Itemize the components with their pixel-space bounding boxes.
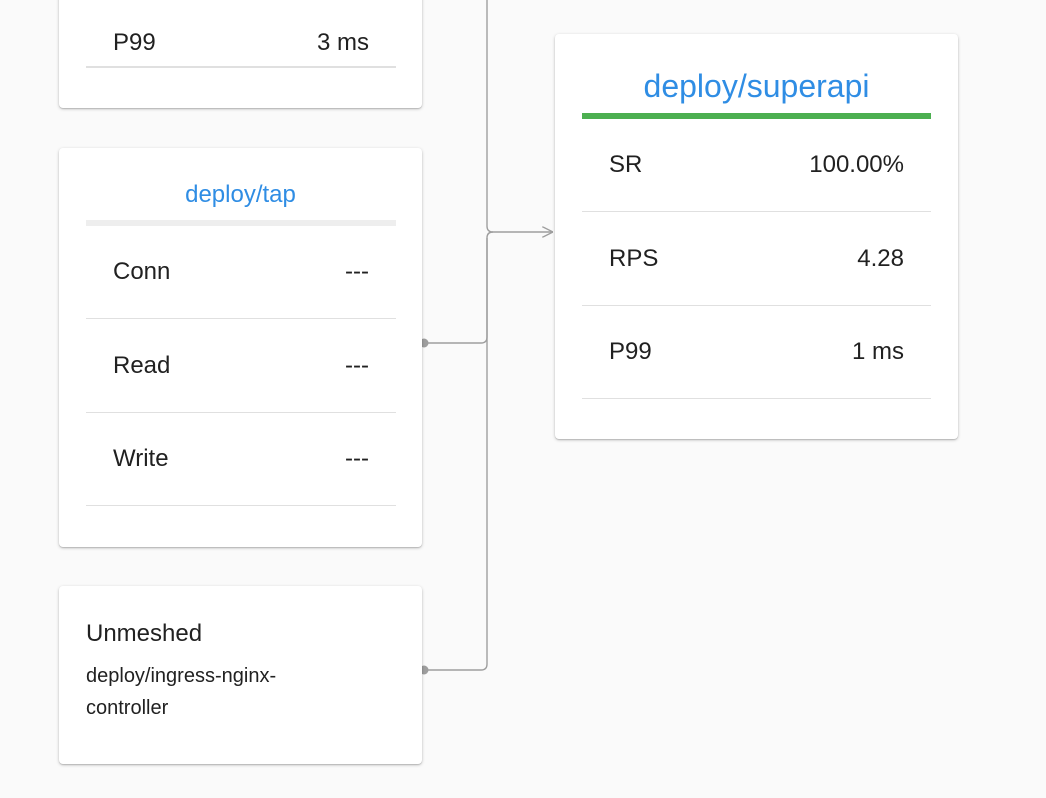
- metric-value: 4.28: [857, 244, 904, 272]
- top-deployment-card: P99 3 ms: [59, 0, 422, 108]
- superapi-deployment-card: deploy/superapi SR 100.00% RPS 4.28 P99 …: [555, 34, 958, 439]
- metric-value: 3 ms: [316, 29, 369, 56]
- metric-label: Read: [113, 351, 171, 379]
- metric-value: ---: [345, 351, 369, 379]
- metric-label: Write: [113, 445, 169, 472]
- edge-top-to-superapi: [486, 0, 553, 232]
- metric-value: ---: [345, 445, 369, 472]
- metric-row-p99: P99 3 ms: [86, 0, 396, 68]
- unmeshed-label: Unmeshed: [86, 620, 203, 647]
- metric-row-read: Read ---: [86, 319, 396, 413]
- edge-tap-to-superapi: [424, 231, 494, 344]
- metric-row-p99: P99 1 ms: [582, 306, 931, 399]
- unmeshed-card: Unmeshed deploy/ingress-nginx-controller: [59, 586, 422, 764]
- metric-label: SR: [609, 151, 643, 178]
- metric-value: ---: [345, 258, 369, 285]
- metric-row-conn: Conn ---: [86, 226, 396, 319]
- metric-value: 100.00%: [809, 151, 904, 178]
- metric-label: Conn: [113, 258, 171, 285]
- metric-label: P99: [113, 29, 156, 56]
- card-title-link[interactable]: deploy/tap: [59, 181, 422, 209]
- metric-value: 1 ms: [851, 338, 904, 365]
- unmeshed-deployment-name: deploy/ingress-nginx-controller: [86, 665, 277, 719]
- tap-deployment-card: deploy/tap Conn --- Read --- Write ---: [59, 148, 422, 547]
- card-title-link[interactable]: deploy/superapi: [555, 68, 958, 105]
- edge-unmeshed-to-superapi: [424, 238, 488, 671]
- metric-row-sr: SR 100.00%: [582, 119, 931, 212]
- metric-label: RPS: [609, 244, 659, 272]
- metric-row-rps: RPS 4.28: [582, 212, 931, 306]
- metric-row-write: Write ---: [86, 413, 396, 506]
- metric-label: P99: [609, 338, 652, 365]
